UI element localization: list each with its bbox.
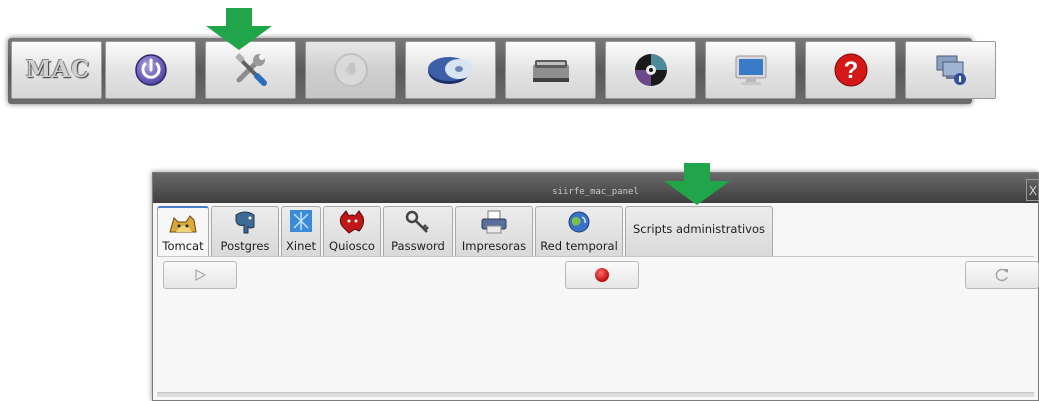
tab-label: Tomcat: [162, 239, 204, 253]
tab-label: Red temporal: [540, 239, 618, 253]
tomcat-icon: [169, 215, 197, 233]
scanner-button[interactable]: [505, 41, 596, 99]
launcher-toolbar: MAC ?: [8, 38, 996, 104]
power-button[interactable]: [105, 41, 196, 99]
tab-label: Postgres: [220, 239, 270, 253]
wrench-screwdriver-icon: [234, 53, 267, 86]
refresh-button[interactable]: [965, 261, 1039, 289]
tab-label: Password: [391, 239, 445, 253]
start-button[interactable]: [163, 261, 237, 289]
window-status-strip: [157, 392, 1034, 397]
tab-tomcat[interactable]: Tomcat: [157, 206, 209, 256]
keys-icon: [405, 210, 429, 233]
tab-impresoras[interactable]: Impresoras: [455, 206, 533, 256]
svg-text:?: ?: [843, 57, 858, 84]
tab-red-temporal[interactable]: Red temporal: [535, 206, 623, 256]
tab-scripts-administrativos[interactable]: Scripts administrativos: [625, 206, 773, 256]
tab-quiosco[interactable]: Quiosco: [323, 206, 381, 256]
green-arrow-indicator: [664, 163, 730, 205]
tab-password[interactable]: Password: [383, 206, 453, 256]
green-arrow-indicator: [206, 8, 272, 50]
tab-label: Quiosco: [329, 239, 375, 253]
stop-button[interactable]: [565, 261, 639, 289]
printer-icon: [481, 210, 507, 234]
play-icon: [195, 268, 207, 282]
window-title: siirfe_mac_panel: [552, 187, 639, 197]
network-computers-icon: [936, 55, 966, 85]
tab-label: Scripts administrativos: [632, 222, 766, 236]
globe-icon: [568, 211, 590, 233]
optical-drive-button[interactable]: [405, 41, 496, 99]
tab-content-panel: [157, 256, 1039, 394]
dvd-icon: [634, 54, 667, 86]
cd-drive-icon: [427, 57, 473, 84]
siirfe-panel-window: siirfe_mac_panel X Tomcat Postgres Xinet…: [152, 172, 1039, 401]
power-icon: [134, 54, 167, 86]
xinet-icon: [290, 210, 312, 232]
mac-brand-label: MAC: [25, 56, 91, 83]
refresh-icon: [995, 268, 1008, 282]
question-icon: ?: [834, 53, 867, 87]
tab-label: Xinet: [286, 239, 316, 253]
tab-xinet[interactable]: Xinet: [281, 206, 321, 256]
record-stop-icon: [595, 268, 609, 282]
cd-dvd-button[interactable]: [605, 41, 696, 99]
monitor-icon: [735, 55, 766, 85]
disc-faded-icon: [333, 53, 368, 87]
tab-label: Impresoras: [461, 239, 527, 253]
help-button[interactable]: ?: [805, 41, 896, 99]
scanner-icon: [532, 60, 569, 82]
tab-postgres[interactable]: Postgres: [211, 206, 279, 256]
mac-logo: MAC: [11, 41, 102, 99]
elephant-icon: [235, 211, 255, 234]
window-titlebar[interactable]: siirfe_mac_panel X: [153, 173, 1039, 203]
close-icon[interactable]: X: [1026, 179, 1039, 201]
devil-icon: [339, 210, 364, 234]
tab-bar: Tomcat Postgres Xinet Quiosco Password I…: [157, 206, 1034, 256]
network-button[interactable]: [905, 41, 996, 99]
disc-button[interactable]: [305, 41, 396, 99]
monitor-button[interactable]: [705, 41, 796, 99]
